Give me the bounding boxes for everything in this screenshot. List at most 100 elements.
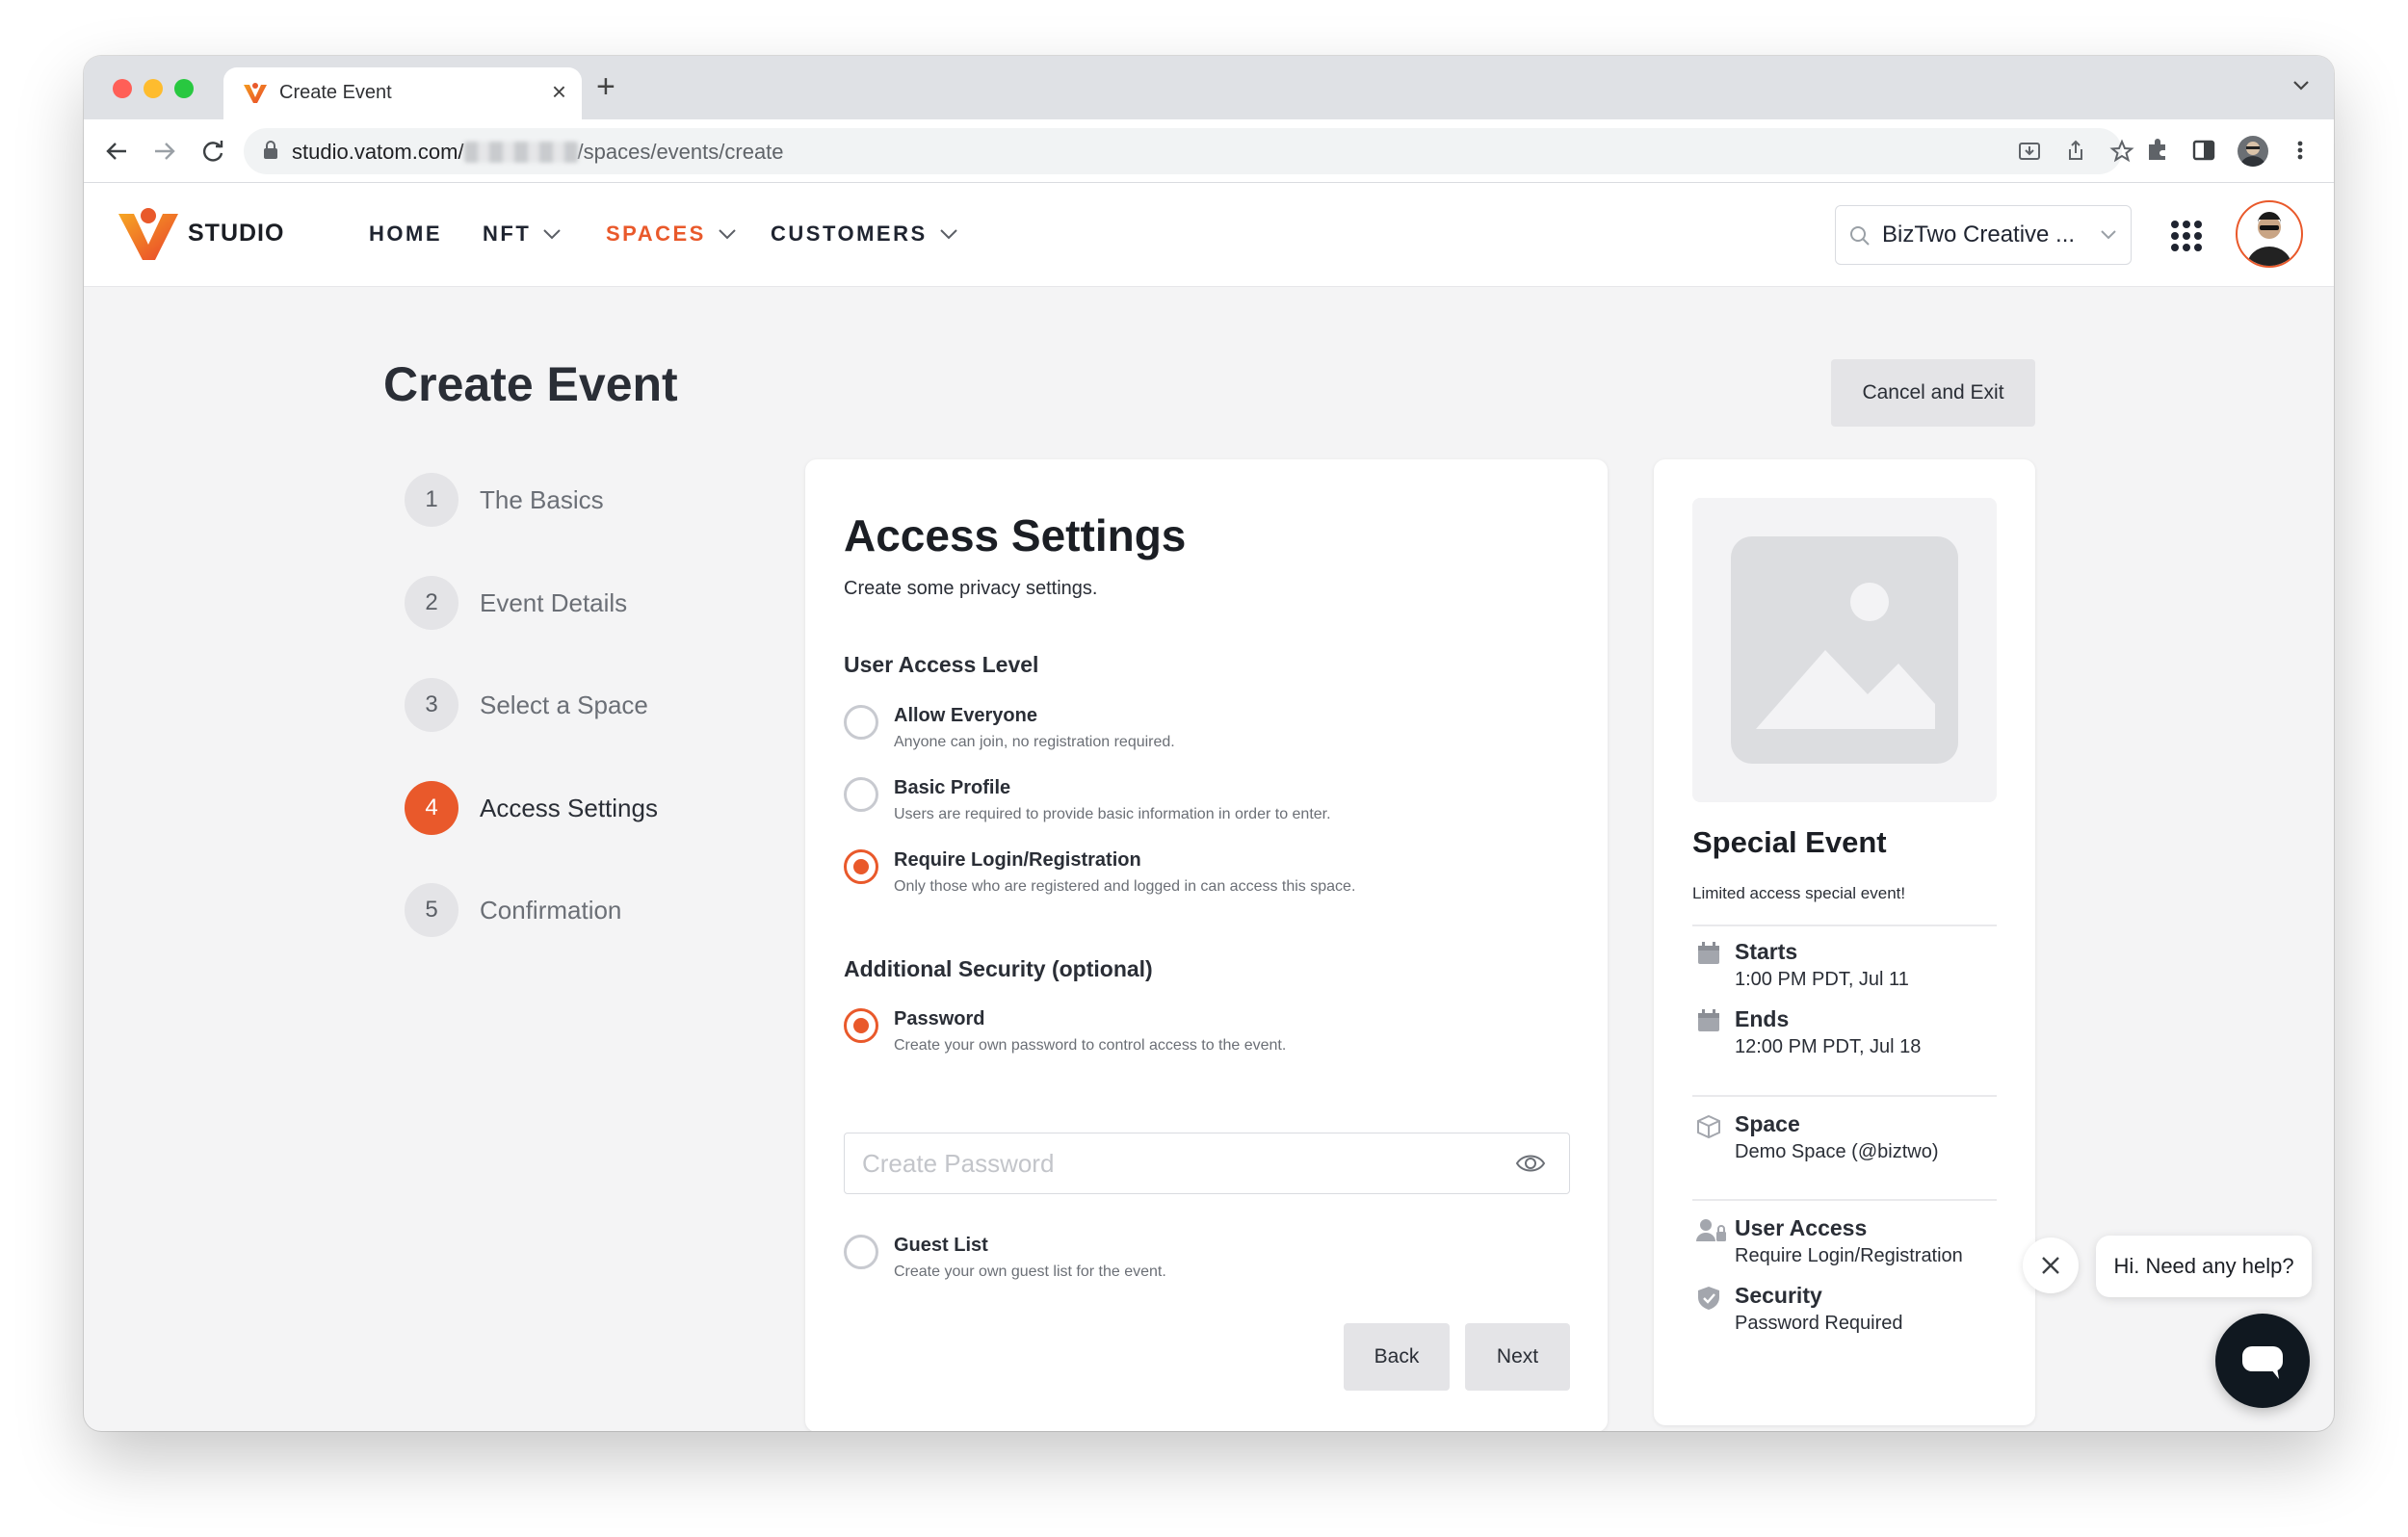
step-confirmation[interactable]: 5 Confirmation (405, 883, 621, 937)
option-description: Anyone can join, no registration require… (894, 734, 1175, 750)
nav-spaces[interactable]: SPACES (606, 221, 737, 247)
divider (1692, 925, 1997, 926)
nav-nft[interactable]: NFT (483, 221, 562, 247)
lock-icon (264, 141, 277, 159)
step-event-details[interactable]: 2 Event Details (405, 576, 627, 630)
eye-icon[interactable] (1515, 1150, 1546, 1177)
option-label[interactable]: Allow Everyone (894, 705, 1037, 727)
step-label: Event Details (480, 587, 628, 617)
back-button[interactable]: Back (1344, 1323, 1450, 1391)
zoom-window-button[interactable] (174, 79, 194, 98)
option-description: Users are required to provide basic info… (894, 806, 1331, 822)
chevron-down-icon (2101, 230, 2116, 240)
help-message-bubble[interactable]: Hi. Need any help? (2096, 1236, 2312, 1297)
user-access-value: Require Login/Registration (1735, 1245, 1963, 1266)
chrome-menu-kebab-icon[interactable] (2286, 136, 2315, 165)
step-number: 4 (405, 781, 458, 835)
brand-name[interactable]: STUDIO (188, 220, 284, 247)
reload-icon[interactable] (197, 136, 228, 167)
profile-avatar[interactable] (2238, 136, 2268, 167)
tab-close-icon[interactable]: × (552, 77, 566, 106)
radio-password[interactable] (844, 1008, 878, 1043)
shield-check-icon (1698, 1287, 1719, 1310)
profile-person-icon (2240, 142, 2265, 167)
option-label[interactable]: Guest List (894, 1235, 988, 1257)
chevron-down-icon (939, 229, 957, 240)
cube-icon (1697, 1114, 1720, 1139)
user-access-level-heading: User Access Level (844, 652, 1039, 677)
url-text: studio.vatom.com//spaces/events/create (292, 140, 784, 164)
radio-basic-profile[interactable] (844, 777, 878, 812)
step-number: 5 (405, 883, 458, 937)
chevron-down-icon (719, 229, 736, 240)
close-icon (2042, 1257, 2059, 1274)
user-person-icon (2247, 212, 2291, 266)
step-access-settings[interactable]: 4 Access Settings (405, 781, 658, 835)
organization-select-value: BizTwo Creative ... (1882, 221, 2076, 247)
new-tab-plus-icon[interactable]: + (596, 69, 615, 104)
divider (1692, 1095, 1997, 1097)
step-label: Access Settings (480, 793, 658, 822)
starts-value: 1:00 PM PDT, Jul 11 (1735, 969, 1909, 990)
url-omnibox[interactable]: studio.vatom.com//spaces/events/create (244, 128, 2134, 174)
event-description: Limited access special event! (1692, 884, 1906, 902)
space-label: Space (1735, 1111, 1800, 1136)
chat-launcher-button[interactable] (2215, 1314, 2310, 1408)
chat-bubble-icon (2242, 1346, 2283, 1379)
next-button[interactable]: Next (1465, 1323, 1570, 1391)
page-title: Create Event (383, 357, 678, 411)
share-icon[interactable] (2062, 138, 2089, 165)
starts-label: Starts (1735, 939, 1798, 964)
event-image-placeholder[interactable] (1692, 498, 1997, 802)
nav-nft-label: NFT (483, 221, 532, 246)
user-avatar[interactable] (2236, 200, 2303, 268)
event-summary-card: Special Event Limited access special eve… (1654, 459, 2035, 1425)
tab-title: Create Event (279, 82, 392, 103)
radio-allow-everyone[interactable] (844, 705, 878, 740)
chevron-down-icon (543, 229, 561, 240)
security-label: Security (1735, 1283, 1822, 1308)
step-label: Confirmation (480, 895, 622, 925)
step-select-a-space[interactable]: 3 Select a Space (405, 678, 648, 732)
step-label: Select a Space (480, 690, 648, 719)
bookmark-star-icon[interactable] (2108, 138, 2135, 165)
nav-customers[interactable]: CUSTOMERS (771, 221, 958, 247)
back-arrow-icon[interactable] (101, 136, 132, 167)
option-description: Create your own guest list for the event… (894, 1263, 1166, 1280)
step-label: The Basics (480, 484, 604, 514)
browser-tab-active[interactable]: Create Event × (223, 67, 582, 119)
address-toolbar: studio.vatom.com//spaces/events/create (84, 119, 2334, 183)
image-placeholder-icon (1731, 536, 1958, 764)
create-password-input[interactable] (844, 1133, 1570, 1194)
search-icon (1850, 226, 1870, 246)
option-label[interactable]: Password (894, 1008, 984, 1030)
help-dismiss-button[interactable] (2023, 1237, 2079, 1293)
additional-security-heading: Additional Security (optional) (844, 956, 1153, 981)
side-panel-icon[interactable] (2189, 136, 2218, 165)
radio-guest-list[interactable] (844, 1235, 878, 1269)
vatom-logo-icon[interactable] (117, 206, 180, 264)
tab-search-chevron-icon[interactable] (2290, 73, 2313, 96)
vatom-logo-icon (244, 83, 267, 103)
divider (1692, 1199, 1997, 1201)
nav-customers-label: CUSTOMERS (771, 221, 928, 246)
option-label[interactable]: Require Login/Registration (894, 849, 1141, 872)
radio-require-login[interactable] (844, 849, 878, 884)
organization-select[interactable]: BizTwo Creative ... (1835, 205, 2132, 265)
user-lock-icon (1696, 1219, 1726, 1241)
step-number: 3 (405, 678, 458, 732)
forward-arrow-icon[interactable] (149, 136, 180, 167)
security-value: Password Required (1735, 1313, 1903, 1334)
cancel-and-exit-button[interactable]: Cancel and Exit (1831, 359, 2035, 427)
install-app-icon[interactable] (2016, 138, 2043, 165)
nav-home[interactable]: HOME (369, 221, 442, 247)
calendar-icon (1698, 1009, 1719, 1031)
option-label[interactable]: Basic Profile (894, 777, 1010, 799)
extensions-puzzle-icon[interactable] (2143, 136, 2172, 165)
step-the-basics[interactable]: 1 The Basics (405, 473, 604, 527)
tab-strip: Create Event × + (84, 56, 2334, 119)
minimize-window-button[interactable] (144, 79, 163, 98)
close-window-button[interactable] (113, 79, 132, 98)
option-description: Create your own password to control acce… (894, 1037, 1287, 1054)
app-grid-icon[interactable] (2170, 220, 2203, 252)
